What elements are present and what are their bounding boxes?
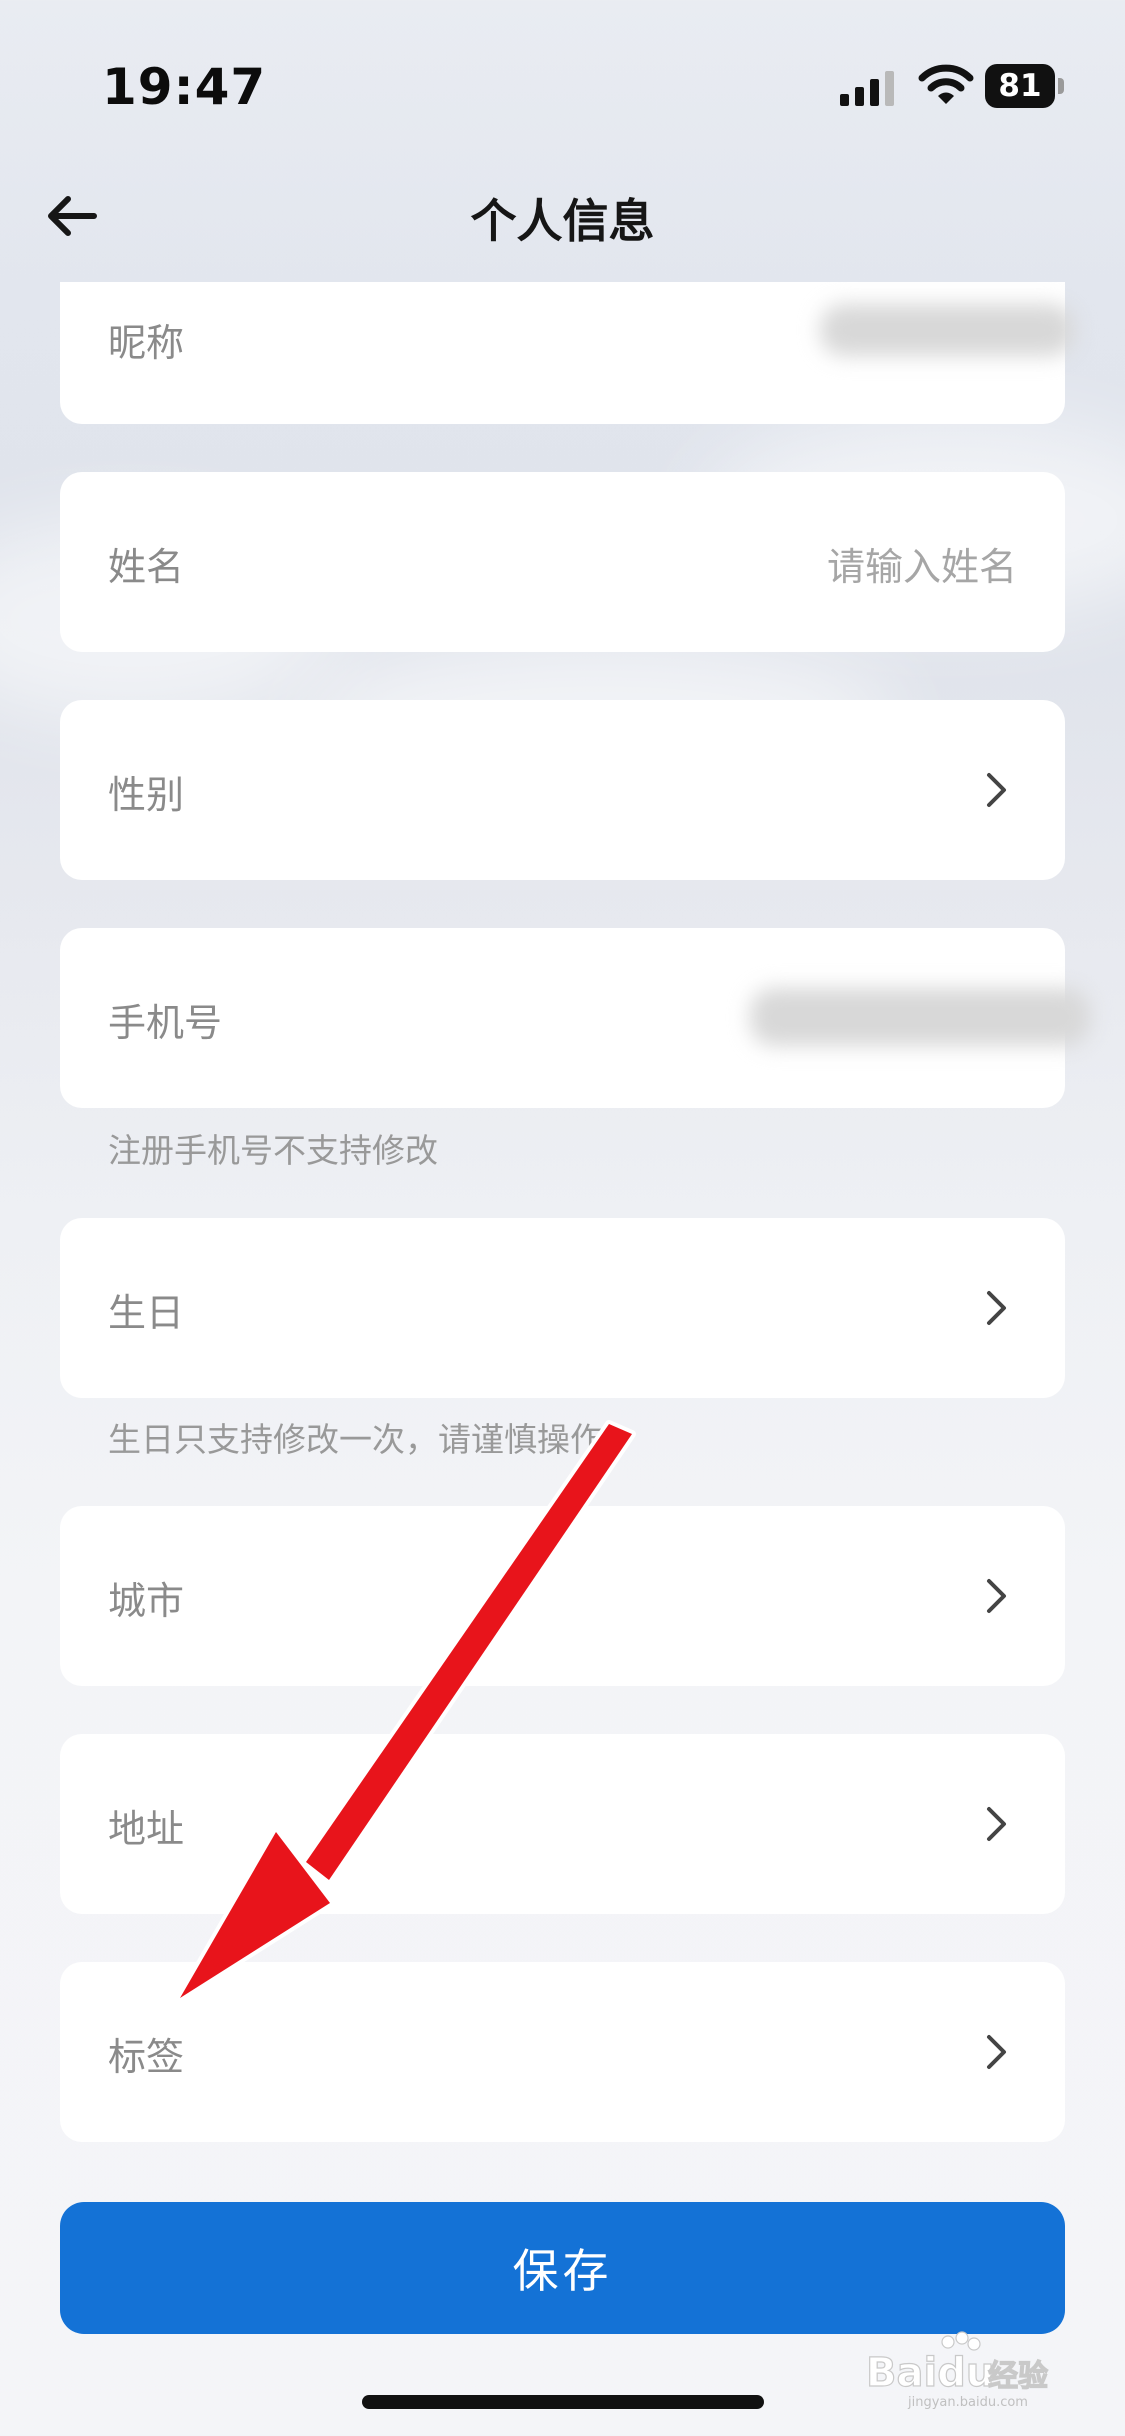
city-label: 城市 — [108, 1579, 185, 1623]
chevron-right-icon — [987, 1291, 1006, 1325]
birthday-hint: 生日只支持修改一次，请谨慎操作 — [108, 1420, 603, 1459]
birthday-row[interactable]: 生日 — [60, 1218, 1065, 1398]
nickname-label: 昵称 — [108, 321, 185, 365]
wifi-icon — [918, 64, 974, 104]
baidu-jingyan-watermark: Baidu 经验 jingyan.baidu.com — [865, 2331, 1049, 2410]
page-title: 个人信息 — [470, 194, 655, 248]
phone-value-redacted — [750, 988, 1090, 1046]
city-row[interactable]: 城市 — [60, 1506, 1065, 1686]
name-label: 姓名 — [108, 545, 185, 589]
tags-label: 标签 — [108, 2035, 185, 2079]
gender-row[interactable]: 性别 — [60, 700, 1065, 880]
nav-bar: 个人信息 — [0, 175, 1125, 255]
home-indicator — [362, 2395, 764, 2409]
cellular-signal-icon — [840, 71, 894, 106]
nickname-row[interactable]: 昵称 — [60, 282, 1075, 424]
chevron-right-icon — [987, 1579, 1006, 1613]
gender-label: 性别 — [108, 773, 185, 817]
name-input[interactable]: 请输入姓名 — [827, 536, 1017, 591]
phone-hint: 注册手机号不支持修改 — [108, 1131, 438, 1170]
chevron-right-icon — [987, 773, 1006, 807]
svg-text:jingyan.baidu.com: jingyan.baidu.com — [907, 2395, 1028, 2410]
nickname-value-redacted — [820, 304, 1075, 356]
battery-icon: 81 — [985, 64, 1065, 108]
chevron-right-icon — [987, 1807, 1006, 1841]
svg-text:经验: 经验 — [988, 2359, 1048, 2394]
birthday-label: 生日 — [108, 1291, 185, 1335]
svg-text:Baidu: Baidu — [866, 2350, 994, 2396]
address-row[interactable]: 地址 — [60, 1734, 1065, 1914]
name-row[interactable]: 姓名 请输入姓名 — [60, 472, 1065, 652]
chevron-right-icon — [987, 2035, 1006, 2069]
battery-level: 81 — [985, 64, 1055, 108]
tags-row[interactable]: 标签 — [60, 1962, 1065, 2142]
status-time: 19:47 — [102, 58, 267, 116]
status-bar: 19:47 81 — [0, 0, 1125, 150]
address-label: 地址 — [108, 1807, 185, 1851]
phone-row: 手机号 — [60, 928, 1090, 1108]
phone-label: 手机号 — [108, 1001, 223, 1045]
save-button[interactable]: 保存 — [60, 2202, 1065, 2334]
